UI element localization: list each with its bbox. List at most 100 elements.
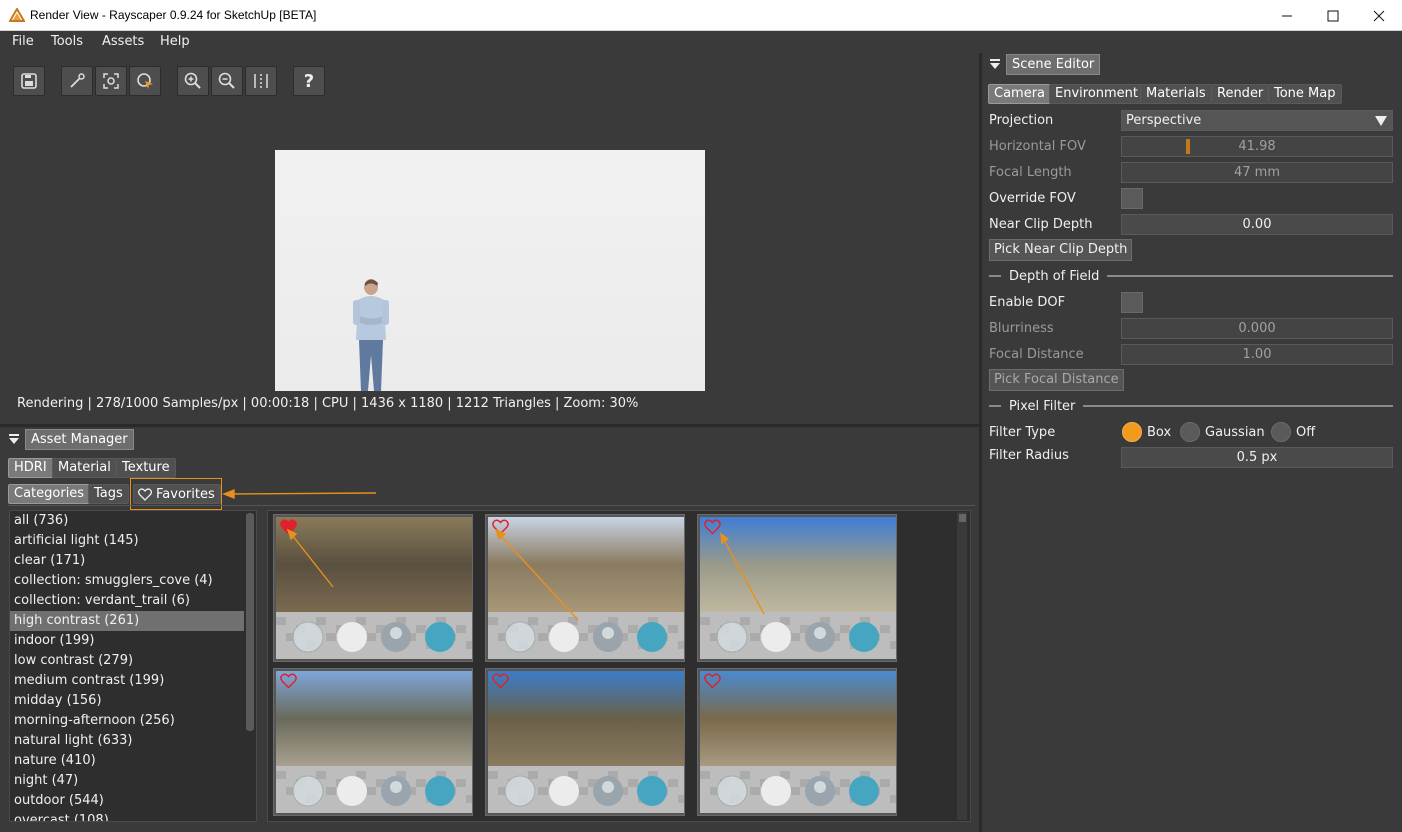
tab-environment[interactable]: Environment — [1049, 84, 1145, 104]
hdri-thumbnail[interactable] — [697, 668, 897, 816]
filter-off-label: Off — [1296, 425, 1316, 440]
hdri-thumbnail[interactable] — [485, 668, 685, 816]
override-fov-checkbox[interactable] — [1121, 188, 1143, 209]
filter-radius-field[interactable]: 0.5 px — [1121, 447, 1393, 468]
focal-distance-field[interactable]: 1.00 — [1121, 344, 1393, 365]
hdri-preview-image — [700, 671, 896, 813]
list-item[interactable]: outdoor (544) — [10, 791, 244, 811]
collapse-scene-editor-button[interactable] — [988, 57, 1002, 71]
thumbnail-scrollbar[interactable] — [957, 512, 967, 820]
horizontal-splitter[interactable] — [0, 424, 980, 427]
list-item[interactable]: collection: smugglers_cove (4) — [10, 571, 244, 591]
heart-outline-icon[interactable] — [280, 673, 297, 689]
tab-materials[interactable]: Materials — [1140, 84, 1212, 104]
menu-file[interactable]: File — [12, 34, 34, 49]
list-item[interactable]: night (47) — [10, 771, 244, 791]
near-clip-value: 0.00 — [1242, 217, 1272, 232]
list-item[interactable]: morning-afternoon (256) — [10, 711, 244, 731]
save-button[interactable] — [13, 66, 45, 96]
subtab-tags[interactable]: Tags — [88, 484, 129, 504]
list-item[interactable]: midday (156) — [10, 691, 244, 711]
zoom-in-button[interactable] — [177, 66, 209, 96]
pick-focal-distance-button[interactable]: Pick Focal Distance — [989, 369, 1124, 391]
blurriness-value: 0.000 — [1238, 321, 1276, 336]
list-item-selected[interactable]: high contrast (261) — [10, 611, 244, 631]
hdri-preview-image — [276, 671, 472, 813]
list-item[interactable]: indoor (199) — [10, 631, 244, 651]
hdri-thumbnail[interactable] — [273, 668, 473, 816]
horizontal-fov-slider[interactable]: 41.98 — [1121, 136, 1393, 157]
list-item[interactable]: medium contrast (199) — [10, 671, 244, 691]
heart-outline-icon[interactable] — [492, 673, 509, 689]
blurriness-field[interactable]: 0.000 — [1121, 318, 1393, 339]
enable-dof-checkbox[interactable] — [1121, 292, 1143, 313]
eyedropper-icon — [70, 73, 85, 88]
tab-texture[interactable]: Texture — [116, 458, 176, 478]
scrollbar-thumb[interactable] — [959, 514, 966, 522]
tab-tone-map[interactable]: Tone Map — [1268, 84, 1342, 104]
tab-render[interactable]: Render — [1211, 84, 1270, 104]
help-button[interactable]: ? — [293, 66, 325, 96]
focal-length-label: Focal Length — [989, 165, 1072, 180]
filter-type-label: Filter Type — [989, 425, 1056, 440]
compare-split-icon — [254, 74, 268, 88]
list-item[interactable]: collection: verdant_trail (6) — [10, 591, 244, 611]
filter-gaussian-radio[interactable] — [1180, 422, 1200, 442]
tab-camera[interactable]: Camera — [988, 84, 1052, 104]
focus-target-button[interactable] — [95, 66, 127, 96]
subtab-divider — [8, 505, 975, 506]
pixel-filter-section: Pixel Filter — [989, 398, 1393, 414]
filter-off-radio[interactable] — [1271, 422, 1291, 442]
tab-hdri[interactable]: HDRI — [8, 458, 53, 478]
hdri-thumbnail[interactable] — [485, 514, 685, 662]
collapse-arrow-icon — [9, 434, 19, 444]
list-item[interactable]: artificial light (145) — [10, 531, 244, 551]
menu-assets[interactable]: Assets — [102, 34, 144, 49]
list-item[interactable]: nature (410) — [10, 751, 244, 771]
menu-tools[interactable]: Tools — [51, 34, 83, 49]
near-clip-label: Near Clip Depth — [989, 217, 1093, 232]
category-list[interactable]: all (736) artificial light (145) clear (… — [9, 510, 257, 822]
list-item[interactable]: low contrast (279) — [10, 651, 244, 671]
section-line — [1107, 275, 1393, 277]
eyedropper-button[interactable] — [61, 66, 93, 96]
tab-material[interactable]: Material — [52, 458, 117, 478]
region-select-button[interactable] — [129, 66, 161, 96]
category-scrollbar[interactable] — [246, 513, 254, 731]
render-status: Rendering | 278/1000 Samples/px | 00:00:… — [17, 396, 639, 411]
list-item[interactable]: clear (171) — [10, 551, 244, 571]
section-line — [989, 405, 1001, 407]
maximize-button[interactable] — [1310, 0, 1356, 31]
scene-editor-title: Scene Editor — [1006, 53, 1101, 75]
scene-editor-header: Scene Editor — [988, 53, 1101, 75]
compare-split-button[interactable] — [245, 66, 277, 96]
section-line — [1083, 405, 1393, 407]
hdri-thumbnail[interactable] — [697, 514, 897, 662]
hdri-thumbnail[interactable] — [273, 514, 473, 662]
collapse-asset-manager-button[interactable] — [7, 432, 21, 446]
heart-filled-icon[interactable] — [280, 519, 297, 535]
list-item[interactable]: natural light (633) — [10, 731, 244, 751]
subtab-categories[interactable]: Categories — [8, 484, 91, 504]
pick-near-clip-button[interactable]: Pick Near Clip Depth — [989, 239, 1133, 261]
menu-help[interactable]: Help — [160, 34, 190, 49]
minimize-button[interactable] — [1264, 0, 1310, 31]
close-button[interactable] — [1356, 0, 1402, 31]
focus-target-icon — [103, 73, 119, 89]
projection-dropdown[interactable]: Perspective — [1121, 110, 1393, 131]
render-preview[interactable] — [275, 150, 705, 391]
heart-outline-icon[interactable] — [704, 519, 721, 535]
window-title: Render View - Rayscaper 0.9.24 for Sketc… — [30, 8, 317, 22]
hdri-preview-image — [488, 671, 684, 813]
heart-outline-icon[interactable] — [704, 673, 721, 689]
focal-length-field[interactable]: 47 mm — [1121, 162, 1393, 183]
zoom-out-button[interactable] — [211, 66, 243, 96]
list-item[interactable]: all (736) — [10, 511, 244, 531]
near-clip-field[interactable]: 0.00 — [1121, 214, 1393, 235]
depth-of-field-heading: Depth of Field — [1009, 268, 1100, 284]
heart-outline-icon[interactable] — [492, 519, 509, 535]
list-item[interactable]: overcast (108) — [10, 811, 244, 821]
slider-handle[interactable] — [1186, 139, 1190, 154]
filter-box-radio[interactable] — [1122, 422, 1142, 442]
section-line — [989, 275, 1001, 277]
